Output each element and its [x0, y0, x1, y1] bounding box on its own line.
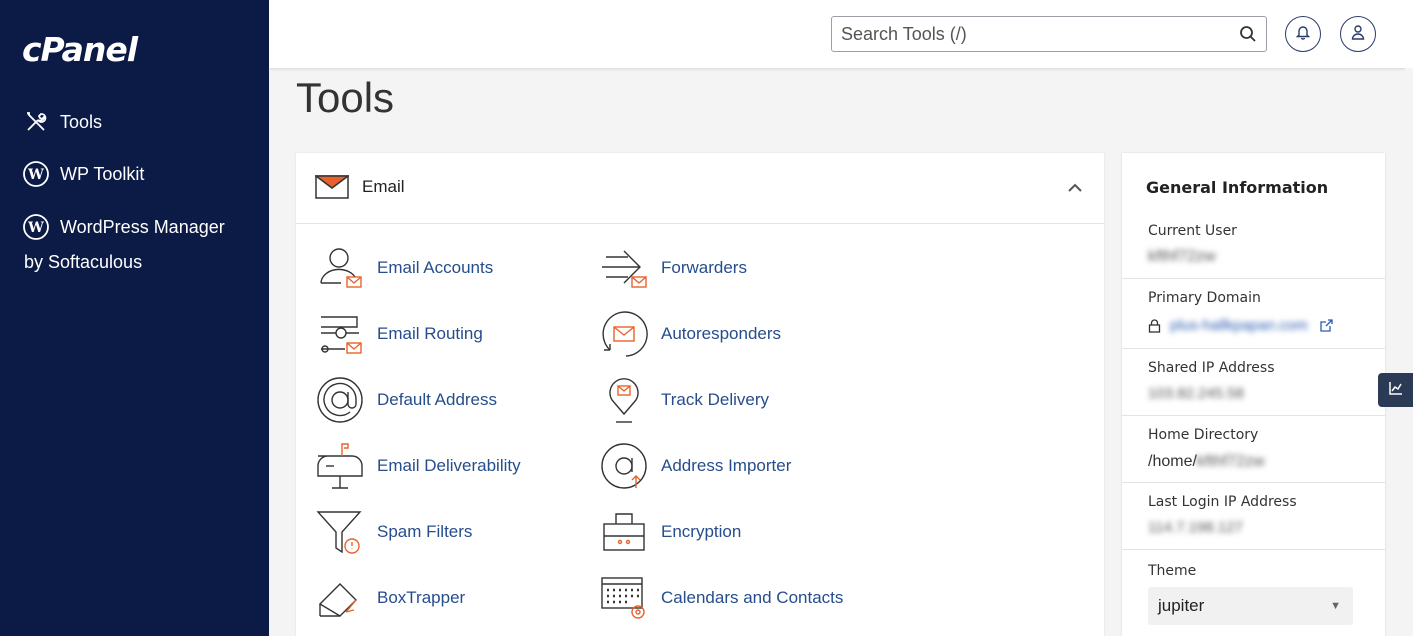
sidebar-item-label: Tools: [60, 111, 103, 132]
home-directory-prefix: /home/: [1148, 453, 1197, 470]
chart-icon: [1388, 381, 1403, 400]
svg-text:W: W: [27, 167, 44, 183]
user-icon: [1351, 24, 1365, 45]
notifications-button[interactable]: [1285, 16, 1321, 52]
caret-down-icon: ▼: [1330, 600, 1341, 612]
tool-label: Encryption: [661, 522, 742, 541]
svg-text:W: W: [27, 220, 44, 236]
mailbox-icon: [315, 441, 365, 491]
top-header: [269, 0, 1413, 68]
last-login-value: 114.7.198.127: [1148, 519, 1243, 536]
sidebar-item-wordpress-manager[interactable]: W WordPress Manager: [22, 213, 225, 241]
briefcase-lock-icon: [599, 507, 649, 557]
address-importer-icon: [599, 441, 649, 491]
search-icon[interactable]: [1230, 16, 1266, 52]
search-box: [831, 16, 1267, 52]
sidebar-item-label: WP Toolkit: [60, 163, 145, 184]
sidebar-item-tools[interactable]: Tools: [22, 108, 102, 136]
wordpress-icon: W: [22, 160, 50, 188]
shared-ip-label: Shared IP Address: [1148, 360, 1275, 376]
lock-icon: [1148, 319, 1161, 338]
theme-select[interactable]: jupiter ▼: [1148, 587, 1353, 625]
primary-domain-link[interactable]: plus-hallkpapan.com: [1170, 317, 1308, 334]
chevron-up-icon[interactable]: [1066, 179, 1084, 197]
home-directory-user: kfthf72zw: [1196, 453, 1265, 470]
tool-label: Track Delivery: [661, 390, 769, 409]
stats-toggle-button[interactable]: [1378, 373, 1413, 407]
current-user-label: Current User: [1148, 223, 1237, 239]
email-accounts-icon: [315, 243, 365, 293]
scroll-area: [1405, 68, 1413, 636]
sidebar-item-label: WordPress Manager: [60, 216, 225, 237]
general-info-panel: General Information Current User kfthf72…: [1122, 153, 1385, 636]
tools-icon: [22, 108, 50, 136]
at-sign-icon: [315, 375, 365, 425]
tool-autoresponders[interactable]: Autoresponders: [599, 306, 781, 362]
tool-label: Email Deliverability: [377, 456, 521, 475]
funnel-icon: [315, 507, 365, 557]
home-directory-row: Home Directory /home/kfthf72zw: [1122, 416, 1385, 483]
shared-ip-row: Shared IP Address 103.82.245.58: [1122, 349, 1385, 416]
sidebar-item-wp-toolkit[interactable]: W WP Toolkit: [22, 160, 144, 188]
tool-label: Calendars and Contacts: [661, 588, 844, 607]
tool-email-routing[interactable]: Email Routing: [315, 306, 483, 362]
page-title: Tools: [296, 74, 395, 121]
tool-track-delivery[interactable]: Track Delivery: [599, 372, 769, 428]
autoresponders-icon: [599, 309, 649, 359]
tool-label: Email Accounts: [377, 258, 494, 277]
tool-email-deliverability[interactable]: Email Deliverability: [315, 438, 521, 494]
home-directory-label: Home Directory: [1148, 427, 1259, 443]
external-link-icon[interactable]: [1320, 319, 1333, 337]
tool-address-importer[interactable]: Address Importer: [599, 438, 791, 494]
tool-spam-filters[interactable]: Spam Filters: [315, 504, 472, 560]
primary-domain-label: Primary Domain: [1148, 290, 1261, 306]
tool-label: Autoresponders: [661, 324, 782, 343]
current-user-value: kfthf72zw: [1148, 248, 1216, 265]
email-panel-title: Email: [362, 177, 405, 196]
tool-default-address[interactable]: Default Address: [315, 372, 497, 428]
current-user-row: Current User kfthf72zw: [1122, 153, 1385, 279]
boxtrapper-icon: [315, 573, 365, 623]
sidebar-item-sublabel[interactable]: by Softaculous: [24, 252, 142, 273]
theme-label: Theme: [1148, 563, 1197, 579]
cpanel-logo[interactable]: cPanel: [22, 30, 138, 69]
tool-label: Default Address: [377, 390, 498, 409]
last-login-label: Last Login IP Address: [1148, 494, 1297, 510]
envelope-icon: [313, 175, 351, 204]
tool-encryption[interactable]: Encryption: [599, 504, 741, 560]
tool-label: Address Importer: [661, 456, 792, 475]
email-panel-header[interactable]: Email: [296, 153, 1104, 224]
email-routing-icon: [315, 309, 365, 359]
tool-label: Spam Filters: [377, 522, 473, 541]
tool-email-accounts[interactable]: Email Accounts: [315, 240, 493, 296]
search-input[interactable]: [832, 17, 1230, 51]
tool-boxtrapper[interactable]: BoxTrapper: [315, 570, 465, 626]
bell-icon: [1295, 24, 1311, 45]
primary-domain-row: Primary Domain plus-hallkpapan.com: [1122, 279, 1385, 349]
tool-calendars-contacts[interactable]: Calendars and Contacts: [599, 570, 843, 626]
home-directory-value: /home/kfthf72zw: [1148, 453, 1265, 471]
forwarders-icon: [599, 243, 649, 293]
tool-label: Forwarders: [661, 258, 747, 277]
tool-label: Email Routing: [377, 324, 483, 343]
track-delivery-icon: [599, 375, 649, 425]
shared-ip-value: 103.82.245.58: [1148, 385, 1244, 402]
wordpress-icon: W: [22, 213, 50, 241]
last-login-row: Last Login IP Address 114.7.198.127: [1122, 483, 1385, 550]
tool-label: BoxTrapper: [377, 588, 466, 607]
theme-value: jupiter: [1158, 596, 1205, 615]
calendar-icon: [599, 573, 649, 623]
sidebar: cPanel Tools W WP Toolkit W WordPress Ma…: [0, 0, 269, 636]
email-panel: Email Email Accounts Email Routing Defau…: [296, 153, 1104, 636]
tool-forwarders[interactable]: Forwarders: [599, 240, 747, 296]
user-menu-button[interactable]: [1340, 16, 1376, 52]
